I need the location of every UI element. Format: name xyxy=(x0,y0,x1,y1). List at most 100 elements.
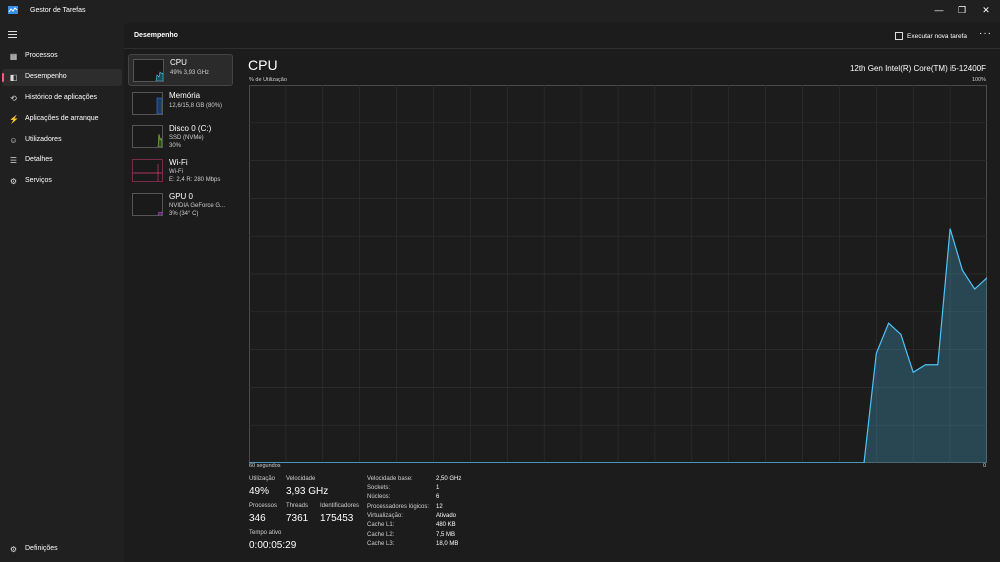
x-axis-label: 60 segundos xyxy=(249,463,281,469)
restore-button[interactable]: ❐ xyxy=(951,2,973,18)
speed-label: Velocidade xyxy=(286,476,316,482)
processes-label: Processos xyxy=(249,503,278,509)
nav-item-utilizadores[interactable]: ☺ Utilizadores xyxy=(2,132,122,149)
restore-icon: ❐ xyxy=(957,4,967,15)
spec-label: Velocidade base: xyxy=(367,476,413,482)
threads-value: 7361 xyxy=(286,513,309,524)
processes-icon: ▦ xyxy=(9,52,18,61)
nav-item-label: Aplicações de arranque xyxy=(25,115,99,122)
nav-item-label: Histórico de aplicações xyxy=(25,94,97,101)
resource-detail: SSD (NVMe) xyxy=(169,135,204,141)
nav-item-label: Detalhes xyxy=(25,156,53,163)
spec-label: Cache L3: xyxy=(367,541,395,547)
spec-label: Virtualização: xyxy=(367,513,403,519)
spec-value: 2,50 GHz xyxy=(436,476,462,482)
utilization-label: Utilização xyxy=(249,476,276,482)
resource-name: CPU xyxy=(170,58,187,67)
page-title: Desempenho xyxy=(134,32,178,39)
nav-item-detalhes[interactable]: ☰ Detalhes xyxy=(2,152,122,169)
spec-label: Núcleos: xyxy=(367,494,391,500)
processes-value: 346 xyxy=(249,513,266,524)
spec-label: Cache L1: xyxy=(367,522,395,528)
uptime-value: 0:00:05:29 xyxy=(249,540,297,551)
spec-value: 1 xyxy=(436,485,440,491)
title-bar: Gestor de Tarefas — ❐ ✕ xyxy=(0,0,1000,22)
more-options-button[interactable]: ··· xyxy=(979,28,992,39)
resource-detail-2: 30% xyxy=(169,143,182,149)
resource-detail-2: E: 2,4 R: 280 Mbps xyxy=(169,177,221,183)
resource-item-memory[interactable]: Memória 12,6/15,8 GB (80%) xyxy=(128,88,233,120)
resource-name: Disco 0 (C:) xyxy=(169,124,212,133)
resource-detail: Wi-Fi xyxy=(169,169,183,175)
close-icon: ✕ xyxy=(982,4,990,15)
spec-value: 18,0 MB xyxy=(436,541,459,547)
services-icon: ⚙ xyxy=(9,177,18,186)
spec-value: 12 xyxy=(436,504,443,510)
nav-item-servicos[interactable]: ⚙ Serviços xyxy=(2,173,122,190)
cpu-model: 12th Gen Intel(R) Core(TM) i5-12400F xyxy=(849,64,986,73)
nav-item-arranque[interactable]: ⚡ Aplicações de arranque xyxy=(2,111,122,128)
uptime-label: Tempo ativo xyxy=(249,530,282,536)
utilization-value: 49% xyxy=(249,486,270,497)
app-title: Gestor de Tarefas xyxy=(30,7,86,14)
task-manager-app-icon xyxy=(8,6,18,14)
content-area: Desempenho Executar nova tarefa ··· CPU … xyxy=(124,22,1000,562)
hamburger-menu-icon[interactable] xyxy=(8,31,17,39)
spec-value: 6 xyxy=(436,494,440,500)
resource-detail: 49% 3,93 GHz xyxy=(170,70,210,76)
handles-label: Identificadores xyxy=(320,503,360,509)
handles-value: 175453 xyxy=(320,513,354,524)
users-icon: ☺ xyxy=(9,136,18,145)
disk-thumbnail-graph xyxy=(132,125,163,148)
resource-item-gpu[interactable]: GPU 0 NVIDIA GeForce G... 3% (34° C) xyxy=(128,189,233,221)
settings-gear-icon: ⚙ xyxy=(9,545,18,554)
nav-item-label: Definições xyxy=(25,545,58,552)
minimize-icon: — xyxy=(934,5,944,15)
performance-icon: ◧ xyxy=(9,73,18,82)
cpu-utilization-graph xyxy=(249,85,987,463)
sidebar: ▦ Processos ◧ Desempenho ⟲ Histórico de … xyxy=(0,22,124,562)
spec-label: Sockets: xyxy=(367,485,391,491)
startup-icon: ⚡ xyxy=(9,115,19,124)
nav-item-label: Processos xyxy=(25,52,58,59)
resource-detail: 12,6/15,8 GB (80%) xyxy=(169,103,223,109)
run-new-task-button[interactable]: Executar nova tarefa xyxy=(895,32,967,40)
resource-detail-2: 3% (34° C) xyxy=(169,211,199,217)
header-divider xyxy=(124,48,1000,49)
nav-item-label: Serviços xyxy=(25,177,52,184)
resource-name: Wi-Fi xyxy=(169,158,188,167)
spec-value: Ativado xyxy=(436,513,457,519)
resource-name: GPU 0 xyxy=(169,192,194,201)
y-axis-label: % de Utilização xyxy=(249,77,287,83)
nav-item-label: Utilizadores xyxy=(25,136,62,143)
resource-detail: NVIDIA GeForce G... xyxy=(169,203,226,209)
cpu-title: CPU xyxy=(248,57,278,73)
resource-name: Memória xyxy=(169,91,201,100)
details-icon: ☰ xyxy=(9,156,18,165)
run-task-icon xyxy=(895,32,903,40)
history-icon: ⟲ xyxy=(10,94,17,103)
nav-item-processos[interactable]: ▦ Processos xyxy=(2,48,122,65)
spec-value: 7,5 MB xyxy=(436,532,456,538)
threads-label: Threads xyxy=(286,503,309,509)
spec-label: Processadores lógicos: xyxy=(367,504,430,510)
speed-value: 3,93 GHz xyxy=(286,486,329,497)
close-button[interactable]: ✕ xyxy=(975,2,997,18)
x-axis-min-label: 0 xyxy=(983,463,987,469)
nav-item-historico[interactable]: ⟲ Histórico de aplicações xyxy=(2,90,122,107)
wifi-thumbnail-graph xyxy=(132,159,163,182)
spec-value: 480 KB xyxy=(436,522,456,528)
nav-item-definicoes[interactable]: ⚙ Definições xyxy=(2,541,122,558)
resource-item-disk[interactable]: Disco 0 (C:) SSD (NVMe) 30% xyxy=(128,121,233,153)
resource-item-wifi[interactable]: Wi-Fi Wi-Fi E: 2,4 R: 280 Mbps xyxy=(128,155,233,187)
nav-item-label: Desempenho xyxy=(25,73,67,80)
memory-thumbnail-graph xyxy=(132,92,163,115)
cpu-thumbnail-graph xyxy=(133,59,164,82)
minimize-button[interactable]: — xyxy=(928,2,950,18)
nav-item-desempenho[interactable]: ◧ Desempenho xyxy=(2,69,122,86)
active-indicator xyxy=(2,73,4,82)
spec-label: Cache L2: xyxy=(367,532,395,538)
gpu-thumbnail-graph xyxy=(132,193,163,216)
run-new-task-label: Executar nova tarefa xyxy=(907,32,967,40)
resource-item-cpu[interactable]: CPU 49% 3,93 GHz xyxy=(128,54,233,86)
